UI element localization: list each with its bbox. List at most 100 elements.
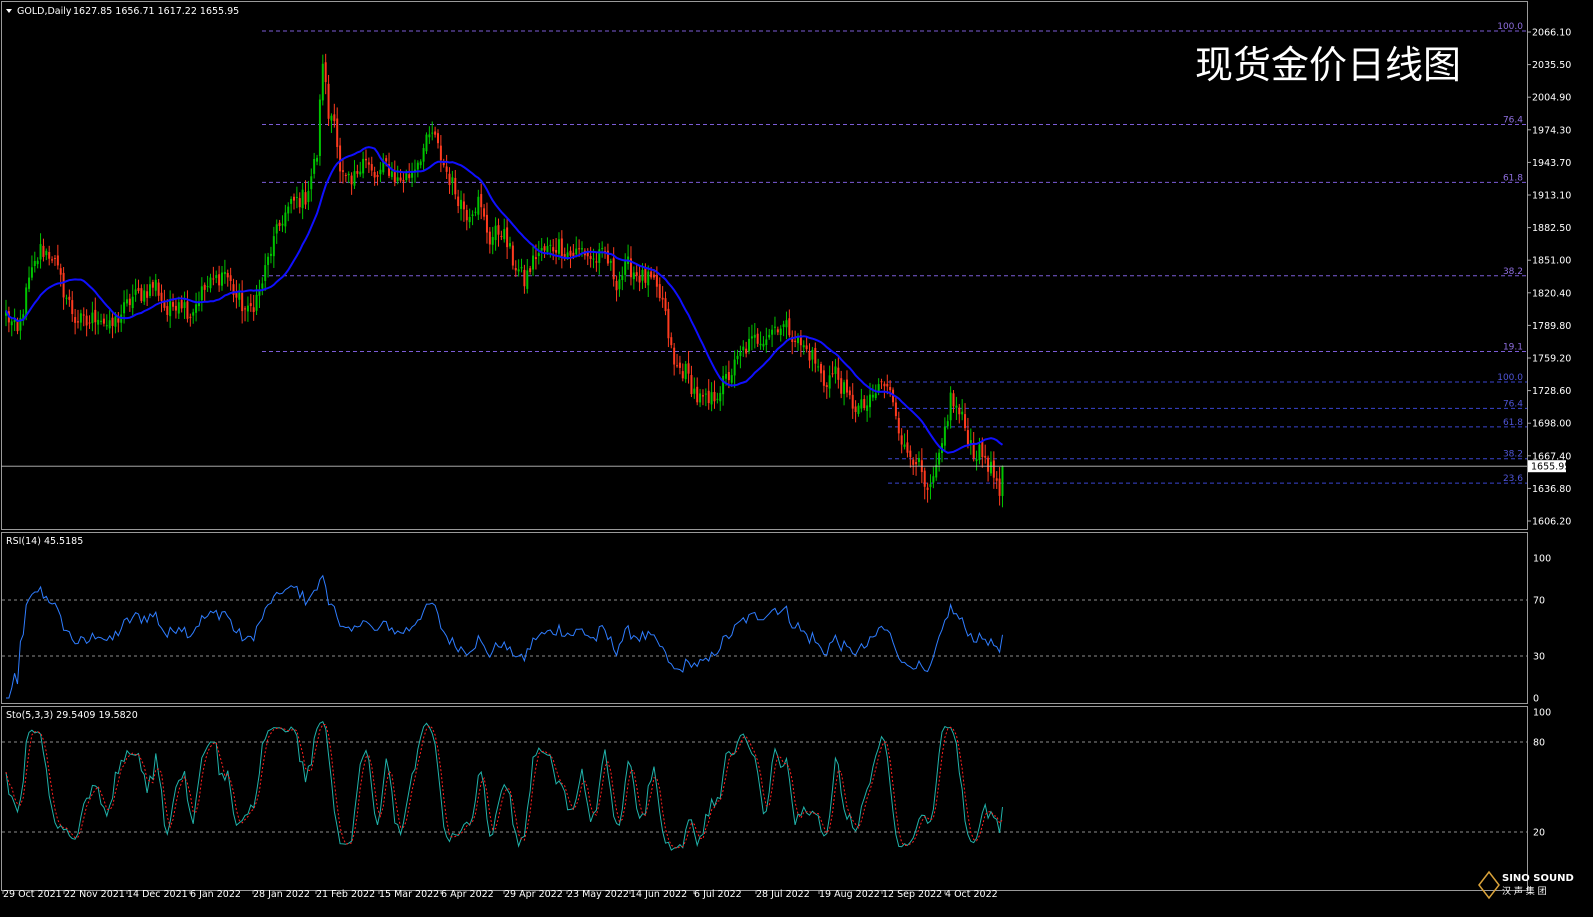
candle-body <box>615 280 618 291</box>
candle-body <box>221 272 223 286</box>
candle-body <box>869 394 871 408</box>
candle-body <box>837 367 840 380</box>
candle-body <box>131 296 134 309</box>
price-tick-label: 1882.50 <box>1532 223 1571 234</box>
candle-body <box>894 402 897 417</box>
candle-body <box>811 349 814 360</box>
candle-body <box>788 318 791 336</box>
candle-body <box>638 275 641 283</box>
candle-body <box>555 250 558 253</box>
candle-body <box>860 399 863 409</box>
sino-sound-logo: SINO SOUND 汉 声 集 团 <box>1478 870 1574 900</box>
candle-body <box>589 256 592 259</box>
fibo-level-label-secondary: 100.0 <box>1497 373 1523 383</box>
candle-body <box>756 333 759 344</box>
collapse-triangle-icon[interactable] <box>6 9 12 13</box>
candle-body <box>402 179 405 182</box>
candle-body <box>298 198 301 208</box>
price-tick-label: 1636.80 <box>1532 484 1571 495</box>
candle-body <box>523 269 526 287</box>
candle-body <box>857 405 860 414</box>
candle-body <box>393 170 396 183</box>
chart-canvas: 100.0 76.4 61.8 38.2 19.1 100.0 76.4 61.8 38.2 23… <box>1 1 1574 900</box>
candle-body <box>549 244 552 246</box>
candle-body <box>966 430 969 445</box>
candle-body <box>59 268 62 275</box>
candle-body <box>595 261 598 263</box>
candle-body <box>195 304 198 313</box>
candle-body <box>425 134 428 152</box>
candle-body <box>33 261 36 267</box>
candle-body <box>462 201 465 210</box>
candle-body <box>437 133 439 144</box>
candle-body <box>97 319 100 325</box>
candle-body <box>238 292 241 300</box>
candle-body <box>710 392 713 405</box>
candle-body <box>28 277 31 289</box>
rsi-axis-label: 70 <box>1533 596 1545 607</box>
candle-body <box>172 302 175 307</box>
candle-body <box>975 459 978 462</box>
candle-body <box>917 458 920 463</box>
candle-body <box>566 252 569 258</box>
candle-body <box>295 196 298 198</box>
candle-body <box>330 115 333 121</box>
candle-body <box>658 284 661 299</box>
candle-body <box>457 196 460 207</box>
candle-body <box>252 307 255 313</box>
fibo-level-label: 100.0 <box>1497 22 1523 32</box>
candle-body <box>667 308 670 339</box>
candle-body <box>765 339 768 345</box>
candle-body <box>647 271 650 286</box>
candle-body <box>370 164 373 171</box>
candle-body <box>739 352 742 356</box>
candle-body <box>926 487 929 490</box>
candle-body <box>324 62 327 83</box>
candle-body <box>540 248 543 251</box>
stoch-axis-label: 80 <box>1533 738 1545 749</box>
candle-body <box>886 383 889 387</box>
candle-body <box>416 162 419 170</box>
candle-body <box>454 177 457 195</box>
current-price-text: 1655.95 <box>1531 462 1570 473</box>
candle-body <box>290 199 293 204</box>
candle-body <box>912 459 915 465</box>
candle-body <box>189 316 192 318</box>
candle-body <box>820 363 823 374</box>
candle-body <box>94 309 97 323</box>
candle-body <box>759 343 762 346</box>
candle-body <box>471 214 474 216</box>
watermark-title: 现货金价日线图 <box>1195 43 1461 87</box>
candle-body <box>77 321 79 323</box>
price-tick-label: 1606.20 <box>1532 517 1571 528</box>
candle-body <box>854 406 857 412</box>
fibo-level-label-secondary: 61.8 <box>1503 418 1523 428</box>
candle-body <box>151 282 154 288</box>
candle-body <box>719 392 722 402</box>
candle-body <box>696 386 699 403</box>
fibonacci-levels[interactable]: 100.0 76.4 61.8 38.2 19.1 100.0 76.4 61.8 38.2 23… <box>262 22 1527 484</box>
candle-body <box>526 270 529 289</box>
candle-body <box>275 224 278 234</box>
candle-body <box>74 317 77 323</box>
candle-body <box>992 460 995 478</box>
price-tick-label: 1698.00 <box>1532 419 1571 430</box>
candle-body <box>889 387 892 391</box>
candle-body <box>534 257 537 260</box>
candle-body <box>517 269 520 272</box>
date-tick-label: 22 Nov 2021 <box>64 889 125 900</box>
candle-body <box>713 391 716 402</box>
candle-body <box>748 338 751 352</box>
logo-diamond-icon <box>1478 870 1500 900</box>
candle-body <box>955 405 958 408</box>
candle-body <box>218 274 221 286</box>
candle-body <box>537 253 540 257</box>
candle-body <box>82 314 85 316</box>
candle-body <box>678 362 681 368</box>
logo-line2: 汉 声 集 团 <box>1502 885 1547 897</box>
candle-body <box>373 171 376 178</box>
candle-body <box>670 337 673 346</box>
candle-body <box>42 245 45 257</box>
candle-body <box>451 177 454 183</box>
candle-body <box>316 157 319 162</box>
